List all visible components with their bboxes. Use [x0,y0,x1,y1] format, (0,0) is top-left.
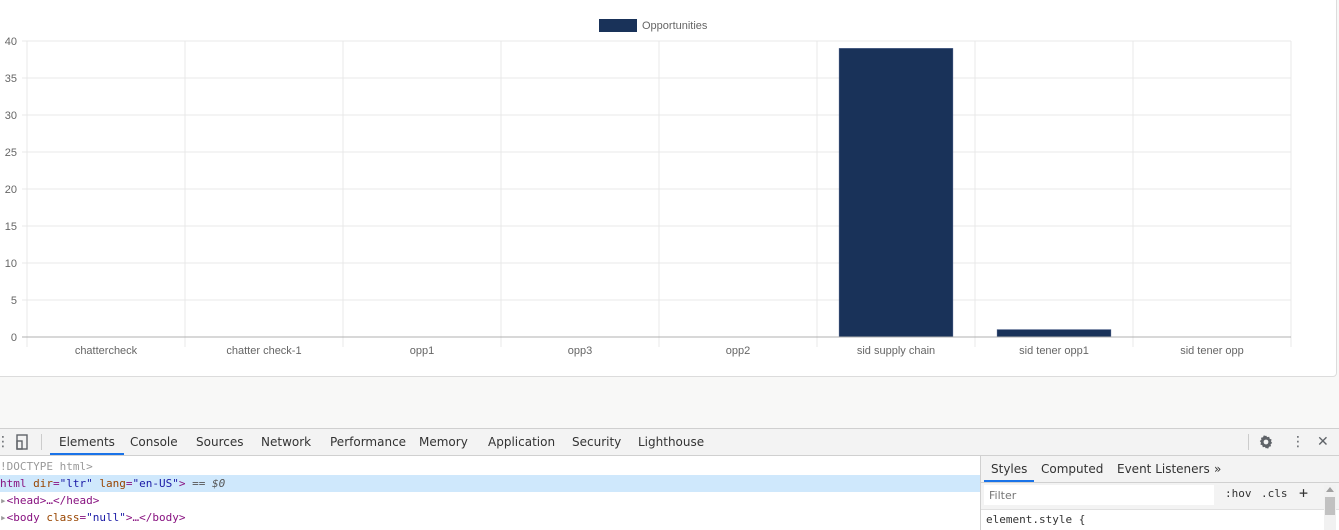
y-tick-label: 10 [5,258,17,270]
attr-value: "ltr" [59,477,93,490]
more-tabs-icon[interactable]: » [1207,456,1228,482]
element-style-rule[interactable]: element.style { [986,513,1085,526]
body-node[interactable]: ▸<body class="null">…</body> [0,509,980,526]
y-tick-label: 30 [5,110,17,122]
tab-event-listeners[interactable]: Event Listeners [1110,456,1217,482]
y-tick-label: 5 [11,295,17,307]
legend-label: Opportunities [642,20,708,32]
tab-console[interactable]: Console [121,429,187,455]
html-tag: html [0,477,27,490]
devtools-panel: ⋮ Elements Console Sources Network Performan… [0,428,1339,530]
tab-memory[interactable]: Memory [410,429,477,455]
expand-arrow-icon[interactable]: ▸ [0,511,7,524]
attr-value: "en-US" [132,477,179,490]
x-tick-label: chatter check-1 [226,345,301,357]
legend-swatch [599,19,637,32]
bar[interactable] [838,48,954,338]
doctype-node[interactable]: !DOCTYPE html> [0,458,980,475]
attr-name: lang [99,477,126,490]
devtools-toolbar: ⋮ Elements Console Sources Network Performan… [0,429,1339,456]
close-icon[interactable]: ✕ [1317,429,1329,455]
y-tick-label: 20 [5,184,17,196]
tab-styles[interactable]: Styles [984,456,1035,482]
styles-filter-input[interactable] [984,485,1214,505]
device-toggle-icon[interactable] [15,429,29,455]
axes: 0 5 10 15 20 25 30 35 40 chattercheck chatter chec… [5,36,1291,357]
html-node[interactable]: html dir="ltr" lang="en-US"> == $0 [0,475,980,492]
x-tick-label: opp1 [410,345,434,357]
tab-performance[interactable]: Performance [321,429,415,455]
x-tick-label: sid supply chain [857,345,935,357]
toolbar-divider [41,434,42,450]
y-tick-label: 0 [11,332,17,344]
y-tick-label: 40 [5,36,17,48]
equals: = [125,477,133,490]
chart-card: 0 5 10 15 20 25 30 35 40 chattercheck chatter chec… [0,0,1337,377]
tab-elements[interactable]: Elements [50,429,124,455]
legend[interactable]: Opportunities [599,19,708,32]
styles-pane: Styles Computed Event Listeners » :hov .… [980,456,1339,530]
y-tick-label: 25 [5,147,17,159]
inspect-icon[interactable]: ⋮ [0,429,10,455]
hov-toggle[interactable]: :hov [1225,487,1252,500]
tab-application[interactable]: Application [479,429,564,455]
body-tag-close: >…</body> [125,511,186,524]
bar-chart: 0 5 10 15 20 25 30 35 40 chattercheck chatter chec… [5,19,1292,357]
y-tick-label: 35 [5,73,17,85]
attr-name: class [46,511,80,524]
tab-sources[interactable]: Sources [187,429,252,455]
tab-network[interactable]: Network [252,429,320,455]
attr-value: "null" [86,511,126,524]
tab-security[interactable]: Security [563,429,630,455]
styles-scrollbar[interactable] [1324,485,1336,530]
head-tag: <head>…</head> [6,494,100,507]
scroll-up-icon[interactable] [1326,487,1334,492]
x-tick-label: sid tener opp1 [1019,345,1089,357]
expand-arrow-icon[interactable]: ▸ [0,494,7,507]
attr-name: dir [33,477,53,490]
tab-lighthouse[interactable]: Lighthouse [629,429,713,455]
equals: = [53,477,60,490]
x-tick-label: opp3 [568,345,592,357]
more-icon[interactable]: ⋮ [1291,429,1305,455]
head-node[interactable]: ▸<head>…</head> [0,492,980,509]
tag-close: > [178,477,186,490]
bar[interactable] [996,329,1112,338]
x-tick-label: chattercheck [75,345,138,357]
settings-icon[interactable] [1258,429,1274,455]
x-tick-label: opp2 [726,345,750,357]
x-tick-label: sid tener opp [1180,345,1244,357]
scrollbar-thumb[interactable] [1325,497,1335,515]
cls-toggle[interactable]: .cls [1261,487,1288,500]
grid-lines [22,40,1292,347]
body-tag-open: <body [6,511,47,524]
filter-bar: :hov .cls + [981,483,1339,510]
styles-tabs: Styles Computed Event Listeners » [981,456,1339,483]
y-tick-label: 15 [5,221,17,233]
tab-computed[interactable]: Computed [1034,456,1110,482]
selected-marker: == $0 [192,477,226,490]
new-rule-icon[interactable]: + [1299,484,1308,502]
elements-tree[interactable]: !DOCTYPE html> html dir="ltr" lang="en-U… [0,456,980,530]
toolbar-divider [1248,434,1249,450]
